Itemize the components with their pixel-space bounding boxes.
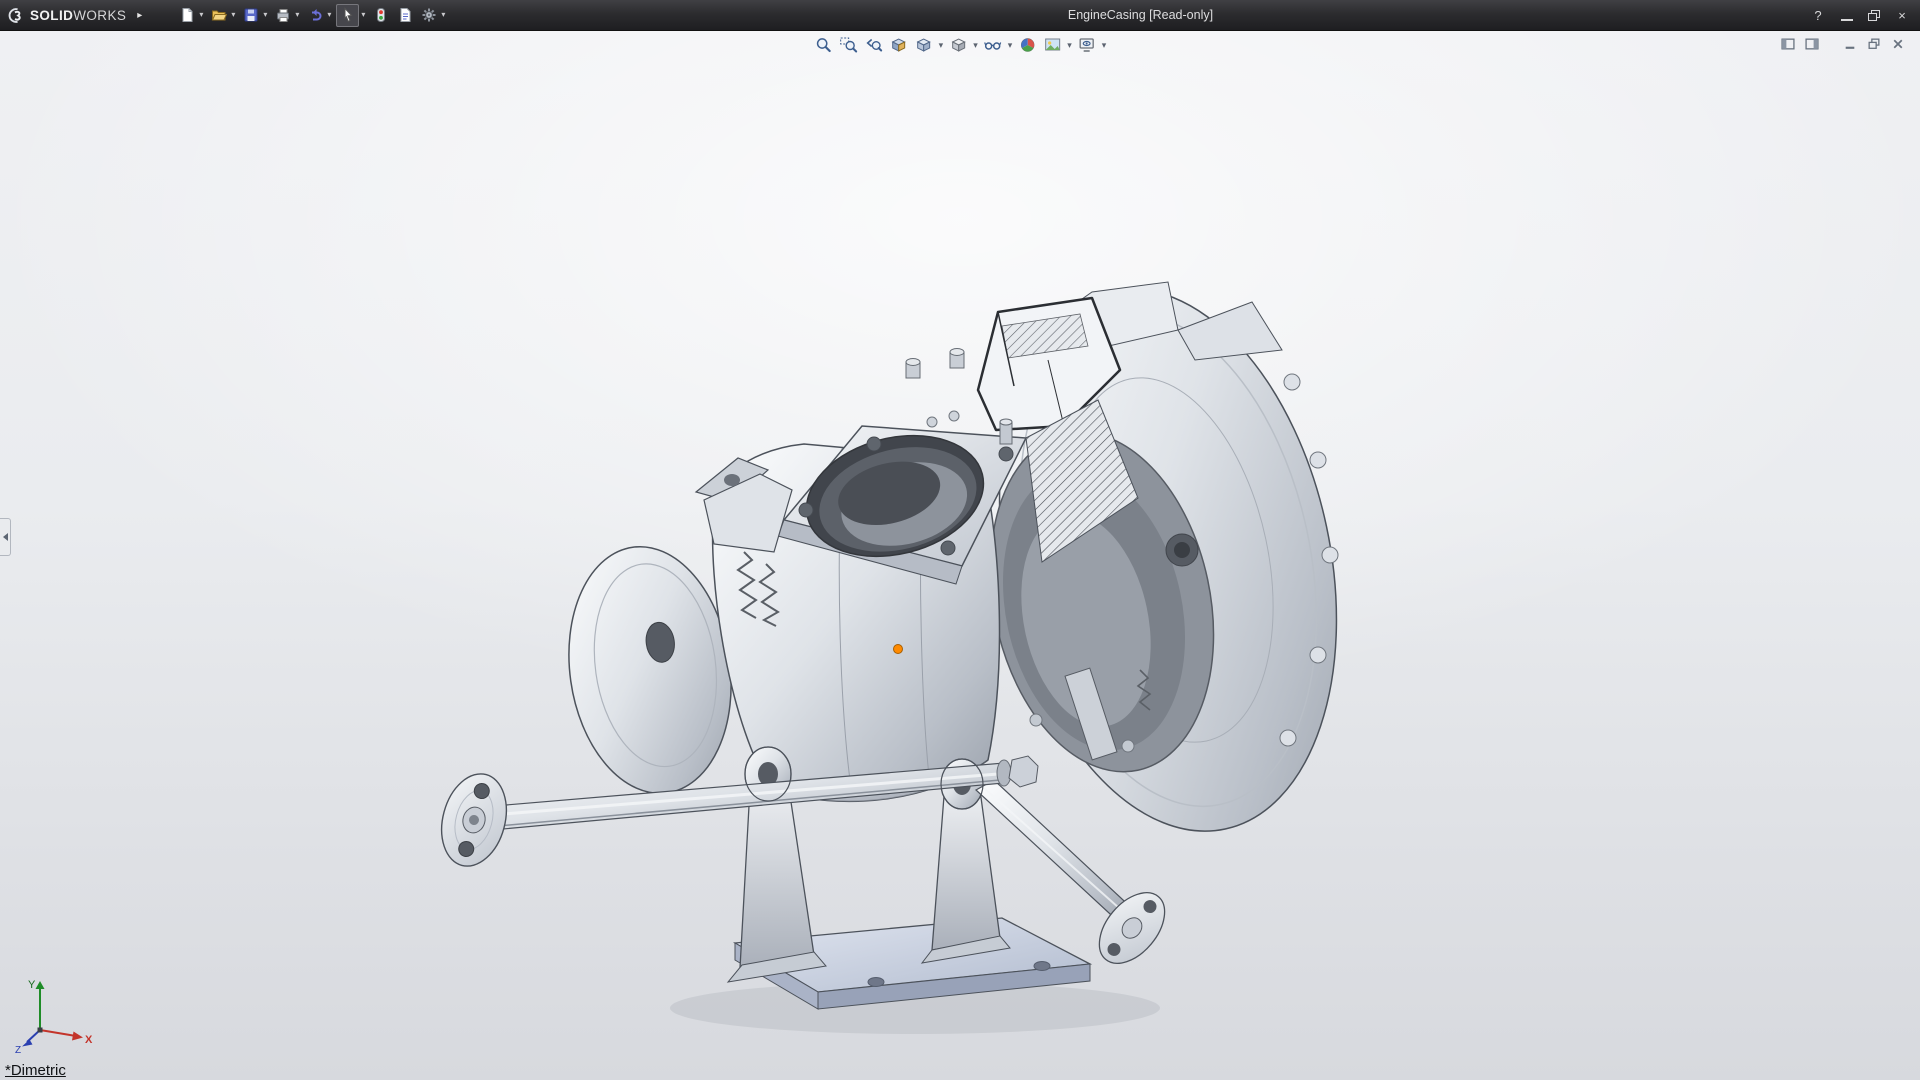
file-properties-icon [397, 7, 413, 23]
doc-minimize-button[interactable] [1842, 36, 1858, 52]
select-button[interactable] [336, 4, 359, 27]
view-settings-icon [1078, 36, 1096, 54]
hide-show-items-button[interactable] [982, 34, 1004, 56]
view-orientation-button[interactable] [913, 34, 935, 56]
selection-point-marker[interactable] [894, 645, 903, 654]
triad-z-label: Z [15, 1045, 21, 1054]
minimize-button[interactable] [1841, 9, 1853, 21]
previous-view-icon [865, 36, 883, 54]
dropdown-caret[interactable]: ▾ [229, 11, 237, 19]
dropdown-caret[interactable]: ▾ [261, 11, 269, 19]
view-orientation-label: *Dimetric [5, 1062, 66, 1079]
restore-button[interactable] [1868, 10, 1879, 20]
help-button[interactable]: ? [1810, 8, 1826, 23]
undo-button[interactable] [304, 5, 325, 26]
triad-y-label: Y [28, 979, 36, 991]
new-document-button[interactable] [176, 5, 197, 26]
new-document-icon [179, 7, 195, 23]
rebuild-stoplight-icon [373, 7, 389, 23]
pane-right-icon [1805, 37, 1819, 51]
zoom-to-area-button[interactable] [838, 34, 860, 56]
section-view-icon [890, 36, 908, 54]
apply-scene-button[interactable] [1041, 34, 1063, 56]
dassault-logo-icon [8, 7, 25, 24]
edit-appearance-ball-icon [1018, 36, 1036, 54]
document-window-controls [1780, 36, 1906, 52]
app-name: SOLIDWORKS [30, 8, 126, 23]
print-icon [275, 7, 291, 23]
save-button[interactable] [240, 5, 261, 26]
save-icon [243, 7, 259, 23]
options-button[interactable] [418, 5, 439, 26]
dropdown-caret[interactable]: ▾ [938, 41, 945, 50]
view-settings-button[interactable] [1076, 34, 1098, 56]
rebuild-button[interactable] [370, 5, 391, 26]
featuremanager-collapse-tab[interactable] [0, 518, 11, 556]
zoom-to-area-icon [840, 36, 858, 54]
view-orientation-cube-icon [915, 36, 933, 54]
display-style-button[interactable] [947, 34, 969, 56]
pane-left-icon [1781, 37, 1795, 51]
doc-close-icon [1891, 37, 1905, 51]
heads-up-view-toolbar: ▾ ▾ ▾ [813, 34, 1108, 56]
close-button[interactable]: × [1894, 8, 1910, 23]
zoom-to-fit-icon [815, 36, 833, 54]
menu-bar-toolbar: ▾ ▾ ▾ [176, 4, 450, 27]
doc-restore-icon [1867, 37, 1881, 51]
select-cursor-icon [340, 7, 356, 23]
pane-left-button[interactable] [1780, 36, 1796, 52]
display-style-cube-icon [949, 36, 967, 54]
dropdown-caret[interactable]: ▾ [1007, 41, 1014, 50]
dropdown-caret[interactable]: ▾ [293, 11, 301, 19]
hide-show-glasses-icon [984, 36, 1002, 54]
undo-icon [307, 7, 323, 23]
dropdown-caret[interactable]: ▾ [1066, 41, 1073, 50]
engine-casing-model[interactable] [0, 30, 1920, 1080]
document-title: EngineCasing [Read-only] [1068, 8, 1213, 22]
zoom-to-fit-button[interactable] [813, 34, 835, 56]
dropdown-caret[interactable]: ▾ [972, 41, 979, 50]
apply-scene-icon [1043, 36, 1061, 54]
edit-appearance-button[interactable] [1016, 34, 1038, 56]
pane-right-button[interactable] [1804, 36, 1820, 52]
reference-triad: Y X Z [14, 974, 98, 1054]
dropdown-caret[interactable]: ▾ [197, 11, 205, 19]
options-gear-icon [421, 7, 437, 23]
dropdown-caret[interactable]: ▾ [325, 11, 333, 19]
dropdown-caret[interactable]: ▾ [359, 11, 367, 19]
open-folder-icon [211, 7, 227, 23]
print-button[interactable] [272, 5, 293, 26]
previous-view-button[interactable] [863, 34, 885, 56]
app-brand: SOLIDWORKS ▸ [0, 7, 142, 24]
dropdown-caret[interactable]: ▾ [1101, 41, 1108, 50]
doc-restore-button[interactable] [1866, 36, 1882, 52]
dropdown-caret[interactable]: ▾ [439, 11, 447, 19]
triad-x-label: X [85, 1034, 93, 1046]
window-controls: ? × [1810, 0, 1910, 30]
menu-expand-arrow[interactable]: ▸ [137, 10, 142, 21]
section-view-button[interactable] [888, 34, 910, 56]
open-button[interactable] [208, 5, 229, 26]
doc-close-button[interactable] [1890, 36, 1906, 52]
graphics-area[interactable]: ▾ ▾ ▾ [0, 30, 1920, 1080]
doc-minimize-icon [1843, 37, 1857, 51]
titlebar: SOLIDWORKS ▸ ▾ ▾ [0, 0, 1920, 31]
file-properties-button[interactable] [394, 5, 415, 26]
